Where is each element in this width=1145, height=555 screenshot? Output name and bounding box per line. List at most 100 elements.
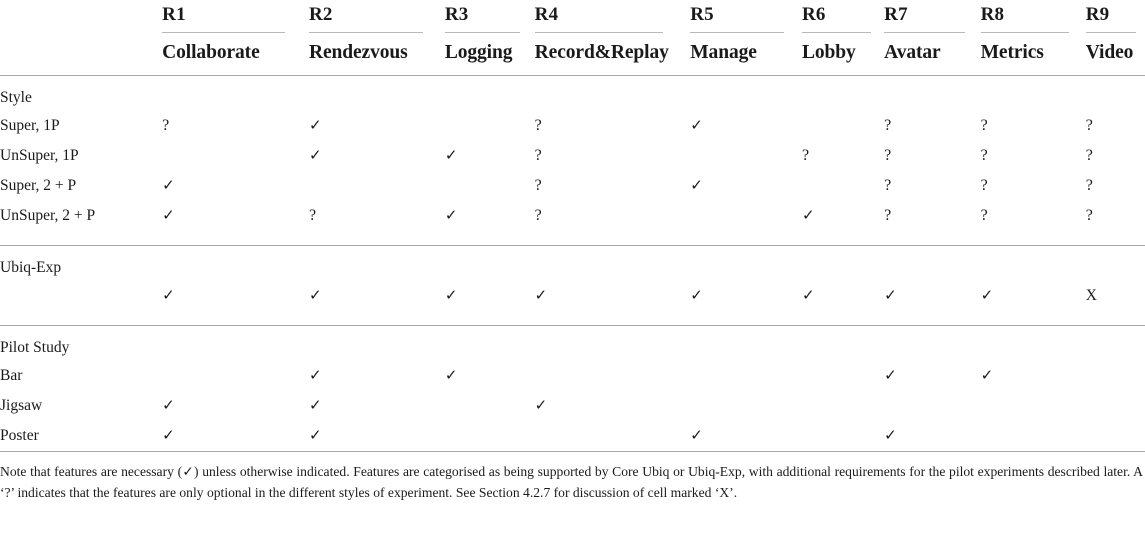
cell-empty-R8 <box>981 421 1086 451</box>
spanner-rule-corner <box>0 28 162 37</box>
cell-optional-R2: ? <box>309 201 445 231</box>
table-row: Jigsaw ✓ ✓ ✓ <box>0 391 1145 421</box>
cell-empty-R6 <box>802 421 884 451</box>
section-header-spacer-cell <box>1086 326 1145 362</box>
section-header-spacer-cell <box>162 76 309 112</box>
section-gap-row <box>0 231 1145 245</box>
cell-empty-R7 <box>884 391 980 421</box>
cell-empty-R4 <box>535 361 691 391</box>
cell-check-R6: ✓ <box>802 281 884 311</box>
row-label: UnSuper, 2 + P <box>0 207 96 224</box>
section-header-spacer-cell <box>1086 76 1145 112</box>
cell-check-R4: ✓ <box>535 391 691 421</box>
header-name-r7: Avatar <box>884 42 941 63</box>
check-icon: ✓ <box>162 427 175 444</box>
cell-check-R4: ✓ <box>535 281 691 311</box>
check-icon: ✓ <box>884 367 897 384</box>
section-header-spacer-cell <box>1086 246 1145 282</box>
cell-check-R7: ✓ <box>884 281 980 311</box>
cell-check-R2: ✓ <box>309 281 445 311</box>
header-name-r4: Record&Replay <box>534 42 669 63</box>
check-icon: ✓ <box>308 367 322 384</box>
spanner-rule-r9 <box>1085 28 1145 37</box>
empty-cell <box>1086 379 1087 380</box>
cell-empty-R5 <box>690 361 802 391</box>
cell-check-R1: ✓ <box>162 421 309 451</box>
check-icon: ✓ <box>980 287 994 304</box>
cell-check-R7: ✓ <box>884 421 980 451</box>
section-header-spacer-cell <box>802 76 884 112</box>
cell-empty-R3 <box>445 171 535 201</box>
empty-cell <box>981 439 982 440</box>
empty-cell <box>802 379 803 380</box>
cell-optional-R9: ? <box>1086 111 1145 141</box>
section-header-spacer-cell <box>535 326 691 362</box>
spanner-rule-r6 <box>802 28 884 37</box>
cell-check-R1: ✓ <box>162 171 309 201</box>
feature-requirements-table-figure: R1 R2 R3 R4 R5 R6 R7 R8 R9 Collaborate R… <box>0 0 1145 555</box>
check-icon: ✓ <box>884 427 897 444</box>
cell-check-R7: ✓ <box>884 361 980 391</box>
empty-cell <box>535 439 536 440</box>
section-header-spacer-cell <box>162 246 309 282</box>
header-corner-cell <box>0 0 162 28</box>
cell-optional-R7: ? <box>884 141 980 171</box>
header-code-r7: R7 <box>884 4 908 25</box>
spanner-rule-r1 <box>162 28 309 37</box>
check-icon: ✓ <box>690 117 703 134</box>
empty-cell <box>884 409 885 410</box>
cell-empty-R3 <box>445 391 535 421</box>
section-header-spacer-cell <box>445 326 535 362</box>
spanner-rule-r7 <box>884 28 980 37</box>
row-label <box>0 281 162 311</box>
header-code-r9: R9 <box>1085 4 1110 25</box>
check-icon: ✓ <box>690 427 703 444</box>
empty-cell <box>802 189 803 190</box>
row-label: Super, 2 + P <box>0 177 77 194</box>
check-icon: ✓ <box>690 177 703 194</box>
cell-check-R3: ✓ <box>445 281 535 311</box>
question-mark-icon: ? <box>534 206 542 224</box>
check-icon: ✓ <box>534 287 548 304</box>
cell-excluded-R9: X <box>1086 281 1145 311</box>
cell-check-R6: ✓ <box>802 201 884 231</box>
cell-check-R3: ✓ <box>445 361 535 391</box>
cell-optional-R8: ? <box>981 141 1086 171</box>
cell-check-R2: ✓ <box>309 361 445 391</box>
check-icon: ✓ <box>444 207 458 224</box>
header-name-r6: Lobby <box>802 42 856 63</box>
cell-optional-R9: ? <box>1086 201 1145 231</box>
cell-check-R3: ✓ <box>445 141 535 171</box>
question-mark-icon: ? <box>980 146 988 164</box>
cell-empty-R9 <box>1086 421 1145 451</box>
header-name-r8: Metrics <box>980 42 1044 63</box>
spanner-rule-r4 <box>534 28 691 37</box>
section-header-spacer-cell <box>445 246 535 282</box>
check-icon: ✓ <box>308 287 322 304</box>
check-icon: ✓ <box>534 397 548 414</box>
check-icon: ✓ <box>162 287 175 304</box>
check-icon: ✓ <box>308 147 322 164</box>
header-name-corner <box>0 37 162 75</box>
cell-check-R5: ✓ <box>690 421 802 451</box>
cell-empty-R6 <box>802 391 884 421</box>
header-code-r4: R4 <box>534 4 559 25</box>
check-icon: ✓ <box>444 287 458 304</box>
check-icon: ✓ <box>308 397 322 414</box>
cell-empty-R2 <box>309 171 445 201</box>
empty-cell <box>690 159 691 160</box>
cell-empty-R1 <box>162 361 309 391</box>
cell-check-R5: ✓ <box>690 281 802 311</box>
cell-empty-R6 <box>802 361 884 391</box>
check-icon: ✓ <box>444 147 458 164</box>
question-mark-icon: ? <box>884 116 892 134</box>
section-title: Pilot Study <box>0 339 70 356</box>
cell-empty-R5 <box>690 391 802 421</box>
section-header-row: Ubiq-Exp <box>0 246 1145 282</box>
check-icon: ✓ <box>690 287 703 304</box>
header-code-r3: R3 <box>444 4 469 25</box>
question-mark-icon: ? <box>162 116 170 134</box>
table-row: Bar ✓ ✓ ✓ ✓ <box>0 361 1145 391</box>
cell-check-R2: ✓ <box>309 391 445 421</box>
row-label: Bar <box>0 367 23 384</box>
